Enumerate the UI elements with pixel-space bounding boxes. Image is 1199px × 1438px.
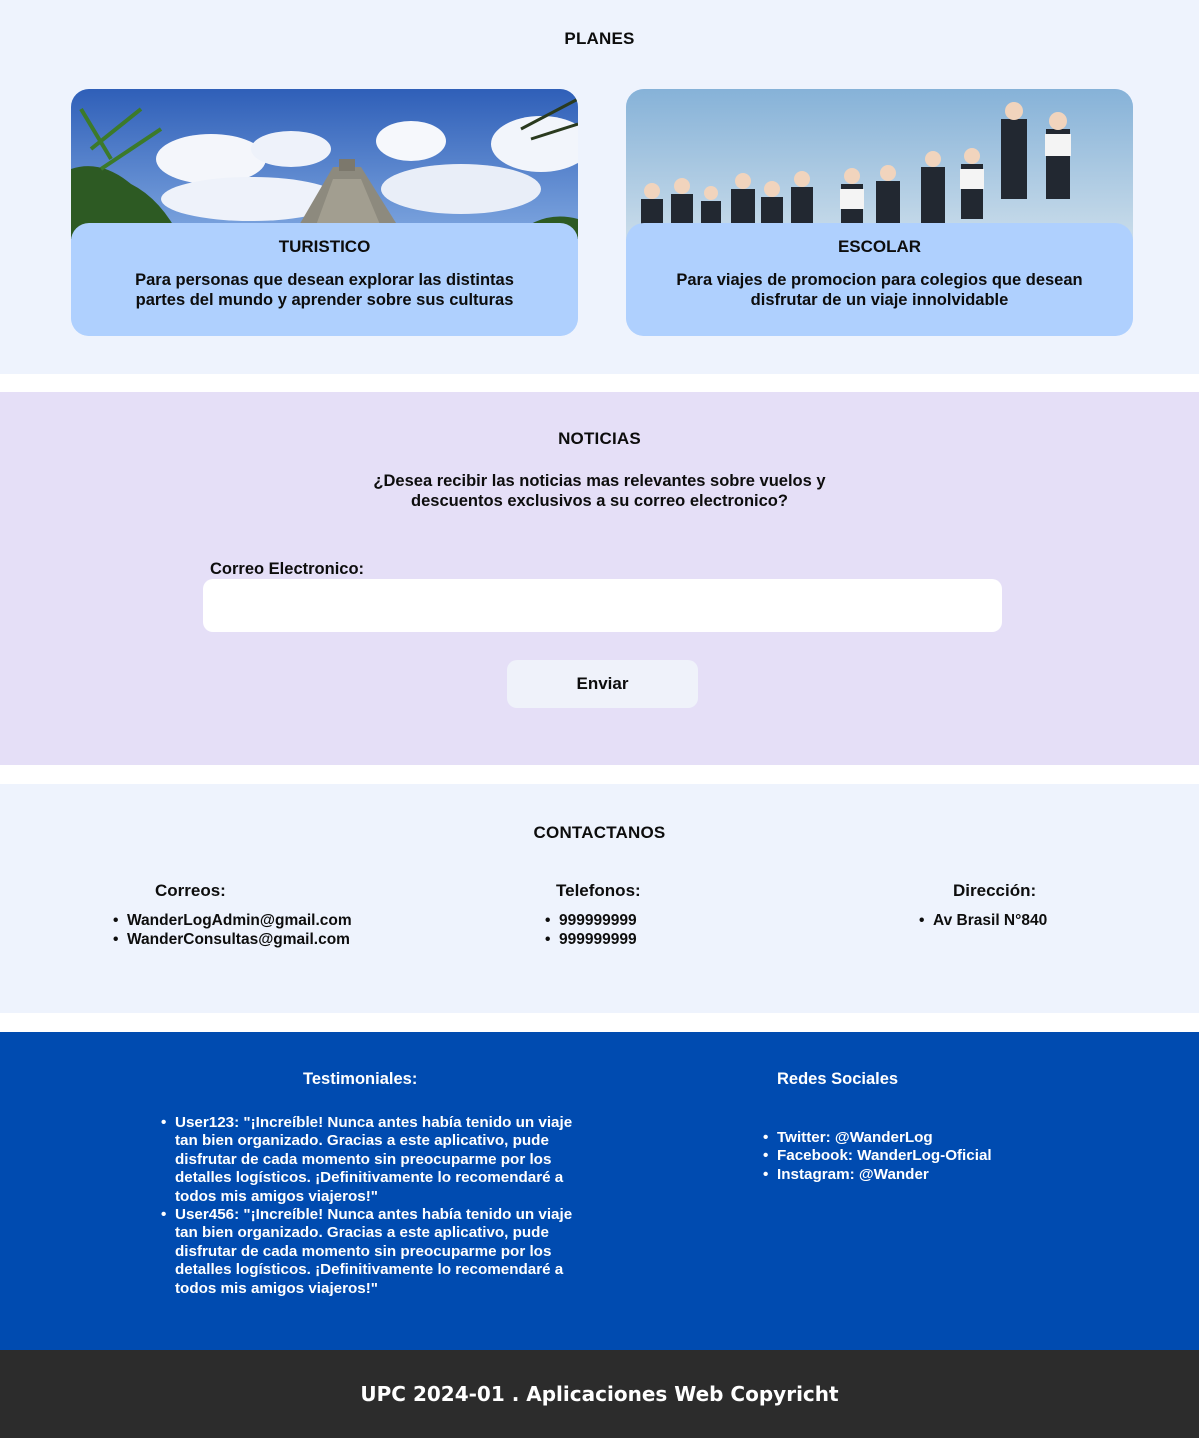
newsletter-question: ¿Desea recibir las noticias mas relevant… — [0, 471, 1199, 511]
emails-list: WanderLogAdmin@gmail.com WanderConsultas… — [113, 911, 352, 949]
phones-list: 999999999 999999999 — [545, 911, 637, 949]
contact-title: CONTACTANOS — [533, 823, 666, 842]
social-item-facebook[interactable]: Facebook: WanderLog-Oficial — [763, 1147, 992, 1166]
newsletter-question-line: ¿Desea recibir las noticias mas relevant… — [373, 472, 826, 490]
email-item[interactable]: WanderLogAdmin@gmail.com — [113, 911, 352, 930]
phones-title: Telefonos: — [556, 881, 641, 900]
address-title: Dirección: — [953, 881, 1037, 900]
plan-card-title: TURISTICO — [278, 237, 371, 256]
plan-card-body: ESCOLAR Para viajes de promocion para co… — [626, 223, 1133, 336]
copyright-footer: UPC 2024-01 . Aplicaciones Web Copyricht — [0, 1350, 1199, 1438]
plan-card-body: TURISTICO Para personas que desean explo… — [71, 223, 578, 336]
contact-section: CONTACTANOS Correos: WanderLogAdmin@gmai… — [0, 784, 1199, 1013]
students-jumping-image — [626, 89, 1133, 239]
social-list: Twitter: @WanderLog Facebook: WanderLog-… — [763, 1129, 992, 1185]
testimonial-item: User123: "¡Increíble! Nunca antes había … — [161, 1114, 581, 1206]
planes-title: PLANES — [564, 29, 635, 48]
address-item: Av Brasil N°840 — [919, 911, 1047, 930]
testimonial-item: User456: "¡Increíble! Nunca antes había … — [161, 1206, 581, 1298]
email-input[interactable] — [203, 579, 1002, 632]
testimonials-title: Testimoniales: — [303, 1070, 418, 1088]
social-item-instagram[interactable]: Instagram: @Wander — [763, 1166, 992, 1185]
plan-card-escolar[interactable]: ESCOLAR Para viajes de promocion para co… — [626, 89, 1133, 336]
send-button[interactable]: Enviar — [507, 660, 698, 708]
pyramid-image — [71, 89, 578, 239]
phone-item[interactable]: 999999999 — [545, 911, 637, 930]
plan-card-description: Para viajes de promocion para colegios q… — [676, 271, 1083, 309]
social-item-twitter[interactable]: Twitter: @WanderLog — [763, 1129, 992, 1148]
plan-card-turistico[interactable]: TURISTICO Para personas que desean explo… — [71, 89, 578, 336]
plan-card-title: ESCOLAR — [837, 237, 922, 256]
noticias-section: NOTICIAS ¿Desea recibir las noticias mas… — [0, 392, 1199, 765]
plan-card-description: Para personas que desean explorar las di… — [135, 271, 514, 309]
address-list: Av Brasil N°840 — [919, 911, 1047, 930]
testimonial-user: User456: — [175, 1206, 240, 1224]
testimonials-list: User123: "¡Increíble! Nunca antes había … — [161, 1114, 581, 1298]
newsletter-question-line: descuentos exclusivos a su correo electr… — [411, 492, 788, 510]
email-item[interactable]: WanderConsultas@gmail.com — [113, 930, 352, 949]
social-title: Redes Sociales — [777, 1070, 899, 1088]
testimonial-user: User123: — [175, 1114, 240, 1131]
copyright-text: UPC 2024-01 . Aplicaciones Web Copyricht — [360, 1382, 839, 1406]
email-label: Correo Electronico: — [210, 560, 365, 578]
planes-section: PLANES TURISTICO Para personas que desea… — [0, 0, 1199, 374]
noticias-title: NOTICIAS — [558, 429, 641, 448]
footer-info-section: Testimoniales: User123: "¡Increíble! Nun… — [0, 1032, 1199, 1350]
emails-title: Correos: — [155, 881, 226, 900]
phone-item[interactable]: 999999999 — [545, 930, 637, 949]
